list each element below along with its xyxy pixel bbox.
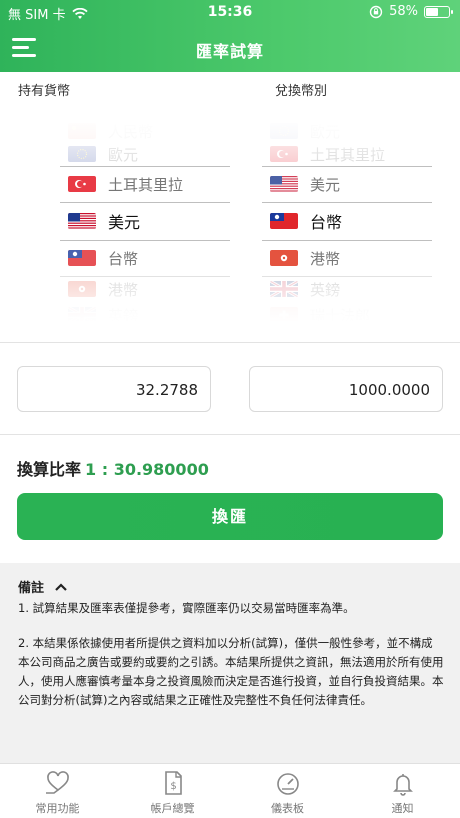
target-currency-label: 兌換幣別	[275, 84, 328, 99]
tab-account-overview[interactable]: $ 帳戶總覽	[115, 770, 230, 816]
currency-option-label: 英鎊	[108, 306, 139, 323]
currency-option[interactable]: 美元	[60, 204, 230, 238]
currency-option-label: 美元	[310, 175, 341, 194]
target-currency-picker[interactable]: 歐元 土耳其里拉 美元 台幣 港幣 英鎊 瑞士法郎	[262, 118, 432, 322]
gauge-icon	[276, 773, 299, 795]
exchange-rate-label: 換算比率	[17, 460, 82, 479]
picker-separator	[60, 276, 230, 277]
heart-hand-icon	[45, 771, 69, 794]
gb-flag-icon	[68, 307, 96, 322]
picker-separator	[60, 202, 230, 203]
tab-bar: 常用功能 $ 帳戶總覽 儀表板 通知	[0, 763, 460, 818]
eu-flag-icon	[68, 146, 96, 162]
holding-currency-picker[interactable]: 人民幣 歐元 土耳其里拉 美元 台幣 港幣 英鎊	[60, 118, 230, 322]
page-title: 匯率試算	[195, 42, 264, 61]
tab-label: 帳戶總覽	[150, 802, 195, 815]
currency-option[interactable]: 美元	[262, 167, 432, 201]
picker-separator	[262, 240, 432, 241]
currency-option-label: 土耳其里拉	[310, 145, 386, 164]
picker-separator	[262, 202, 432, 203]
notes-line-1: 1. 試算結果及匯率表僅提參考，實際匯率仍以交易當時匯率為準。	[18, 601, 355, 615]
notes-line-2: 2. 本結果係依據使用者所提供之資料加以分析(試算)，僅供一般性參考，並不構成本…	[18, 636, 444, 707]
hk-flag-icon	[270, 250, 298, 266]
holding-currency-label: 持有貨幣	[18, 84, 71, 99]
currency-option[interactable]: 台幣	[262, 204, 432, 238]
hk-flag-icon	[68, 281, 96, 297]
notes-title: 備註	[18, 581, 45, 596]
currency-option-label: 瑞士法郎	[310, 306, 371, 323]
rotation-lock-icon	[369, 5, 383, 18]
currency-option[interactable]: 港幣	[262, 241, 432, 275]
currency-option-label: 土耳其里拉	[108, 175, 184, 194]
currency-option[interactable]: 台幣	[60, 241, 230, 275]
notes-section: 備註 1. 試算結果及匯率表僅提參考，實際匯率仍以交易當時匯率為準。 2. 本結…	[0, 563, 460, 763]
exchange-rate: 換算比率 1 : 30.980000	[17, 456, 209, 480]
us-flag-icon	[68, 213, 96, 229]
document-dollar-icon: $	[164, 771, 182, 795]
currency-option[interactable]: 土耳其里拉	[60, 167, 230, 201]
exchange-button[interactable]: 換匯	[17, 493, 443, 540]
picker-separator	[60, 240, 230, 241]
currency-option-label: 港幣	[108, 280, 139, 299]
bell-icon	[392, 774, 413, 796]
target-amount-input[interactable]: 1000.0000	[249, 366, 443, 412]
svg-text:$: $	[170, 781, 176, 792]
tr-flag-icon	[68, 176, 96, 192]
notes-toggle[interactable]: 備註	[18, 577, 68, 596]
holding-amount-input[interactable]: 32.2788	[17, 366, 211, 412]
tab-label: 通知	[391, 802, 414, 815]
tr-flag-icon	[270, 146, 298, 162]
us-flag-icon	[270, 176, 298, 192]
currency-option-label: 台幣	[108, 249, 139, 268]
currency-option-label: 港幣	[310, 249, 341, 268]
currency-option-label: 台幣	[310, 213, 343, 232]
currency-option-label: 美元	[108, 213, 141, 232]
tab-label: 常用功能	[35, 802, 80, 815]
currency-option-label: 歐元	[108, 145, 139, 164]
app-header: 無 SIM 卡 15:36 58% 匯率試算	[0, 0, 460, 72]
tab-label: 儀表板	[271, 802, 304, 815]
picker-separator	[262, 166, 432, 167]
status-bar: 無 SIM 卡 15:36 58%	[0, 0, 460, 24]
tw-flag-icon	[270, 213, 298, 229]
chevron-up-icon	[55, 582, 67, 591]
tab-dashboard[interactable]: 儀表板	[230, 770, 345, 816]
picker-separator	[262, 276, 432, 277]
currency-option[interactable]: 瑞士法郎	[262, 298, 432, 322]
tab-notifications[interactable]: 通知	[345, 770, 460, 816]
battery-percent: 58%	[389, 4, 418, 19]
currency-option-label: 英鎊	[310, 280, 341, 299]
tab-favorites[interactable]: 常用功能	[0, 770, 115, 816]
ch-flag-icon	[270, 307, 298, 322]
picker-separator	[60, 166, 230, 167]
tw-flag-icon	[68, 250, 96, 266]
section-divider	[0, 434, 460, 435]
battery-icon	[424, 5, 453, 18]
gb-flag-icon	[270, 281, 298, 297]
exchange-rate-value: 1 : 30.980000	[85, 460, 209, 479]
section-divider	[0, 342, 460, 343]
currency-option[interactable]: 英鎊	[60, 298, 230, 322]
